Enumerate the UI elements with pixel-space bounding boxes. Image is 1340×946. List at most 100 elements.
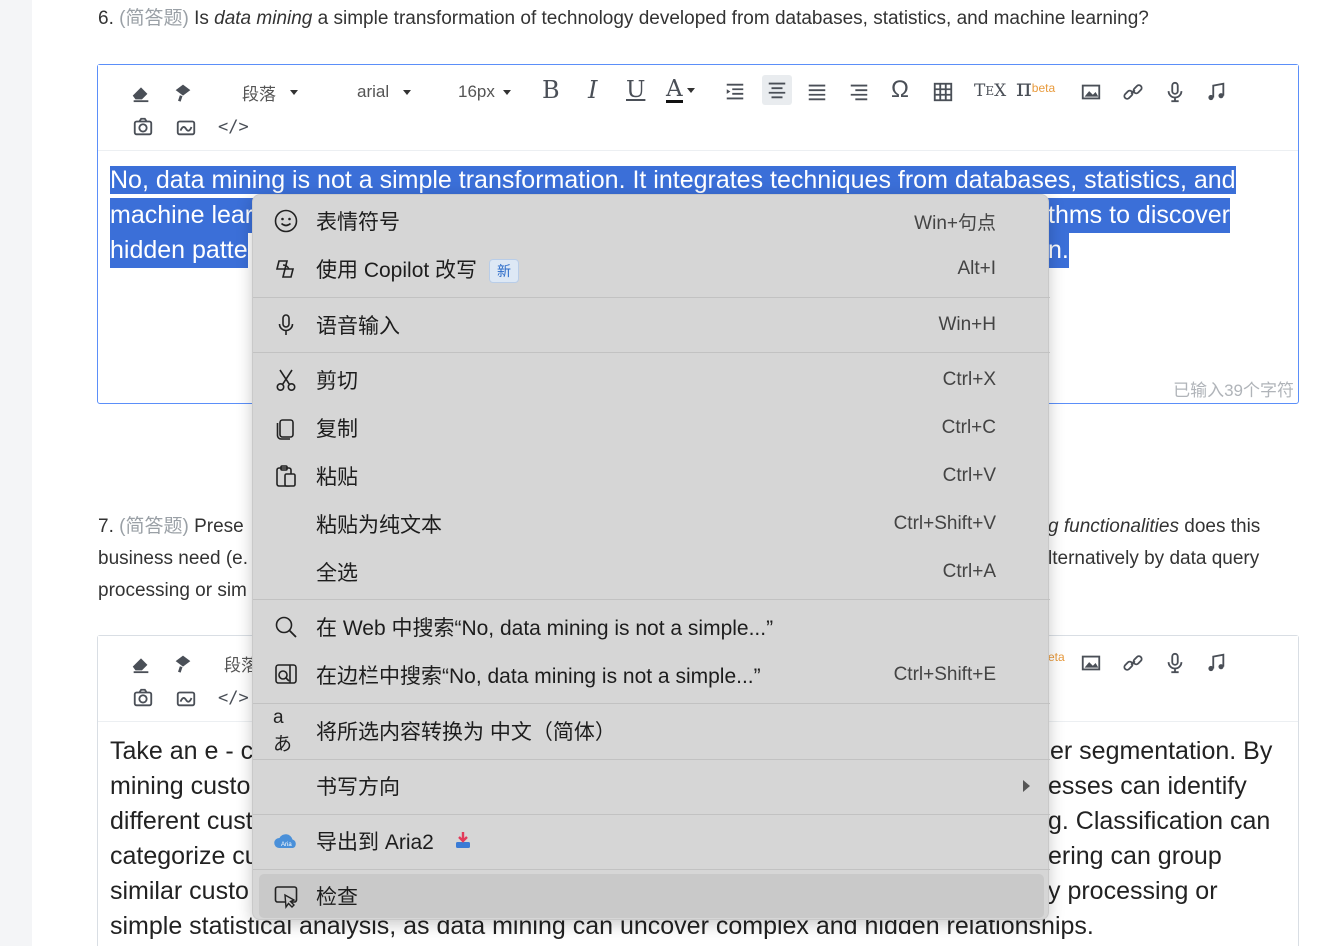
- menu-item-label: 导出到 Aria2: [316, 826, 472, 856]
- menu-item-copilot-rewrite[interactable]: 使用 Copilot 改写新 Alt+I: [253, 247, 1050, 291]
- question-emphasis: data mining: [214, 8, 313, 29]
- menu-item-label: 粘贴: [316, 466, 358, 489]
- menu-shortcut: Ctrl+C: [941, 417, 996, 438]
- format-brush-icon[interactable]: [172, 648, 194, 678]
- bold-icon[interactable]: B: [542, 75, 560, 105]
- menu-separator: [253, 599, 1050, 600]
- table-icon[interactable]: [932, 77, 954, 107]
- text-fragment: Take an e - co: [110, 737, 268, 765]
- menu-shortcut: Ctrl+Shift+V: [893, 513, 996, 534]
- menu-shortcut: Ctrl+Shift+E: [893, 664, 996, 685]
- text-fragment: g. Classification can: [1048, 807, 1271, 835]
- music-icon[interactable]: [1205, 648, 1227, 678]
- text-fragment: different cust: [110, 807, 253, 835]
- menu-item-label: 表情符号: [316, 211, 400, 234]
- menu-item-voice-input[interactable]: 语音输入 Win+H: [253, 303, 1050, 347]
- menu-item-label: 全选: [316, 562, 358, 585]
- menu-item-select-all[interactable]: 全选 Ctrl+A: [253, 550, 1050, 594]
- text-fragment: y processing or: [1048, 877, 1218, 905]
- menu-item-label: 书写方向: [316, 776, 400, 799]
- image-icon[interactable]: [1080, 77, 1102, 107]
- indent-icon[interactable]: [724, 77, 746, 107]
- new-badge: 新: [489, 259, 520, 284]
- link-icon[interactable]: [1122, 77, 1144, 107]
- menu-item-search-web[interactable]: 在 Web 中搜索“No, data mining is not a simpl…: [253, 605, 1050, 649]
- font-color-icon[interactable]: A: [666, 75, 695, 105]
- menu-item-label: 语音输入: [316, 315, 400, 338]
- align-justify-icon[interactable]: [806, 77, 828, 107]
- selected-text: No, data mining is not a simple transfor…: [110, 166, 1236, 194]
- menu-shortcut: Win+句点: [914, 212, 996, 234]
- chevron-right-icon: [1023, 780, 1030, 792]
- menu-item-cut[interactable]: 剪切 Ctrl+X: [253, 358, 1050, 402]
- pi-math-icon[interactable]: π beta: [1016, 73, 1055, 103]
- menu-item-text: 使用 Copilot 改写: [316, 259, 478, 282]
- camera-icon[interactable]: [132, 112, 154, 142]
- menu-separator: [253, 869, 1050, 870]
- menu-item-paste-plain-text[interactable]: 粘贴为纯文本 Ctrl+Shift+V: [253, 502, 1050, 546]
- menu-separator: [253, 703, 1050, 704]
- eraser-icon[interactable]: [130, 648, 152, 678]
- question-text: processing or sim: [98, 580, 247, 601]
- signature-icon[interactable]: [175, 112, 197, 142]
- chevron-down-icon: [290, 89, 298, 95]
- align-center-icon[interactable]: [762, 75, 792, 105]
- question-text: does this: [1184, 516, 1261, 537]
- copilot-icon: [273, 256, 299, 282]
- text-fragment: esses can identify: [1048, 772, 1247, 800]
- microphone-icon: [273, 312, 299, 338]
- menu-item-label: 将所选内容转换为 中文（简体）: [316, 721, 616, 744]
- menu-item-text: 导出到 Aria2: [316, 831, 434, 854]
- download-icon: [454, 831, 472, 855]
- microphone-icon[interactable]: [1164, 77, 1186, 107]
- eraser-icon[interactable]: [130, 77, 152, 107]
- beta-label: beta: [1031, 81, 1056, 95]
- svg-text:Aria: Aria: [281, 842, 292, 848]
- chevron-down-icon: [502, 89, 511, 95]
- signature-icon[interactable]: [175, 683, 197, 713]
- text-fragment: mining custo: [110, 772, 251, 800]
- question-number: 6.: [98, 8, 114, 29]
- text-line: No, data mining is not a simple transfor…: [110, 163, 1286, 198]
- menu-item-search-sidebar[interactable]: 在边栏中搜索“No, data mining is not a simple..…: [253, 653, 1050, 697]
- font-family-select[interactable]: arial: [357, 77, 412, 107]
- code-icon[interactable]: </>: [218, 683, 249, 713]
- search-icon: [273, 614, 299, 640]
- question-type: (简答题): [119, 516, 189, 537]
- camera-icon[interactable]: [132, 683, 154, 713]
- link-icon[interactable]: [1122, 648, 1144, 678]
- question-emphasis: g functionalities: [1048, 516, 1179, 537]
- menu-item-paste[interactable]: 粘贴 Ctrl+V: [253, 454, 1050, 498]
- paragraph-label: 段落: [242, 84, 276, 104]
- music-icon[interactable]: [1205, 77, 1227, 107]
- tex-formula-icon[interactable]: TEX: [974, 76, 1006, 106]
- menu-item-label: 粘贴为纯文本: [316, 514, 442, 537]
- menu-shortcut: Ctrl+V: [942, 465, 996, 486]
- menu-separator: [253, 297, 1050, 298]
- italic-icon[interactable]: I: [588, 75, 597, 105]
- menu-item-label: 检查: [316, 886, 358, 909]
- menu-item-copy[interactable]: 复制 Ctrl+C: [253, 406, 1050, 450]
- question-number: 7.: [98, 516, 114, 537]
- font-size-select[interactable]: 16px: [458, 77, 511, 107]
- microphone-icon[interactable]: [1164, 648, 1186, 678]
- menu-item-emoji[interactable]: 表情符号 Win+句点: [253, 199, 1050, 243]
- menu-item-writing-direction[interactable]: 书写方向: [253, 764, 1050, 808]
- paragraph-select[interactable]: 段落: [242, 77, 298, 107]
- selected-text: n.: [1048, 233, 1069, 268]
- question-6-title: 6. (简答题) Is data mining a simple transfo…: [98, 3, 1149, 35]
- text-fragment: ering can group: [1048, 842, 1222, 870]
- format-brush-icon[interactable]: [172, 77, 194, 107]
- menu-item-inspect[interactable]: 检查: [259, 874, 1044, 918]
- code-icon[interactable]: </>: [218, 112, 249, 142]
- text-fragment: categorize cu: [110, 842, 259, 870]
- align-right-icon[interactable]: [848, 77, 870, 107]
- question-type: (简答题): [119, 8, 189, 29]
- menu-shortcut: Ctrl+X: [942, 369, 996, 390]
- underline-icon[interactable]: U: [626, 75, 645, 105]
- omega-symbol-icon[interactable]: Ω: [891, 75, 909, 105]
- menu-item-export-aria2[interactable]: Aria 导出到 Aria2: [253, 819, 1050, 863]
- image-icon[interactable]: [1080, 648, 1102, 678]
- copy-icon: [273, 415, 299, 441]
- menu-item-translate[interactable]: aあ 将所选内容转换为 中文（简体）: [253, 707, 1050, 755]
